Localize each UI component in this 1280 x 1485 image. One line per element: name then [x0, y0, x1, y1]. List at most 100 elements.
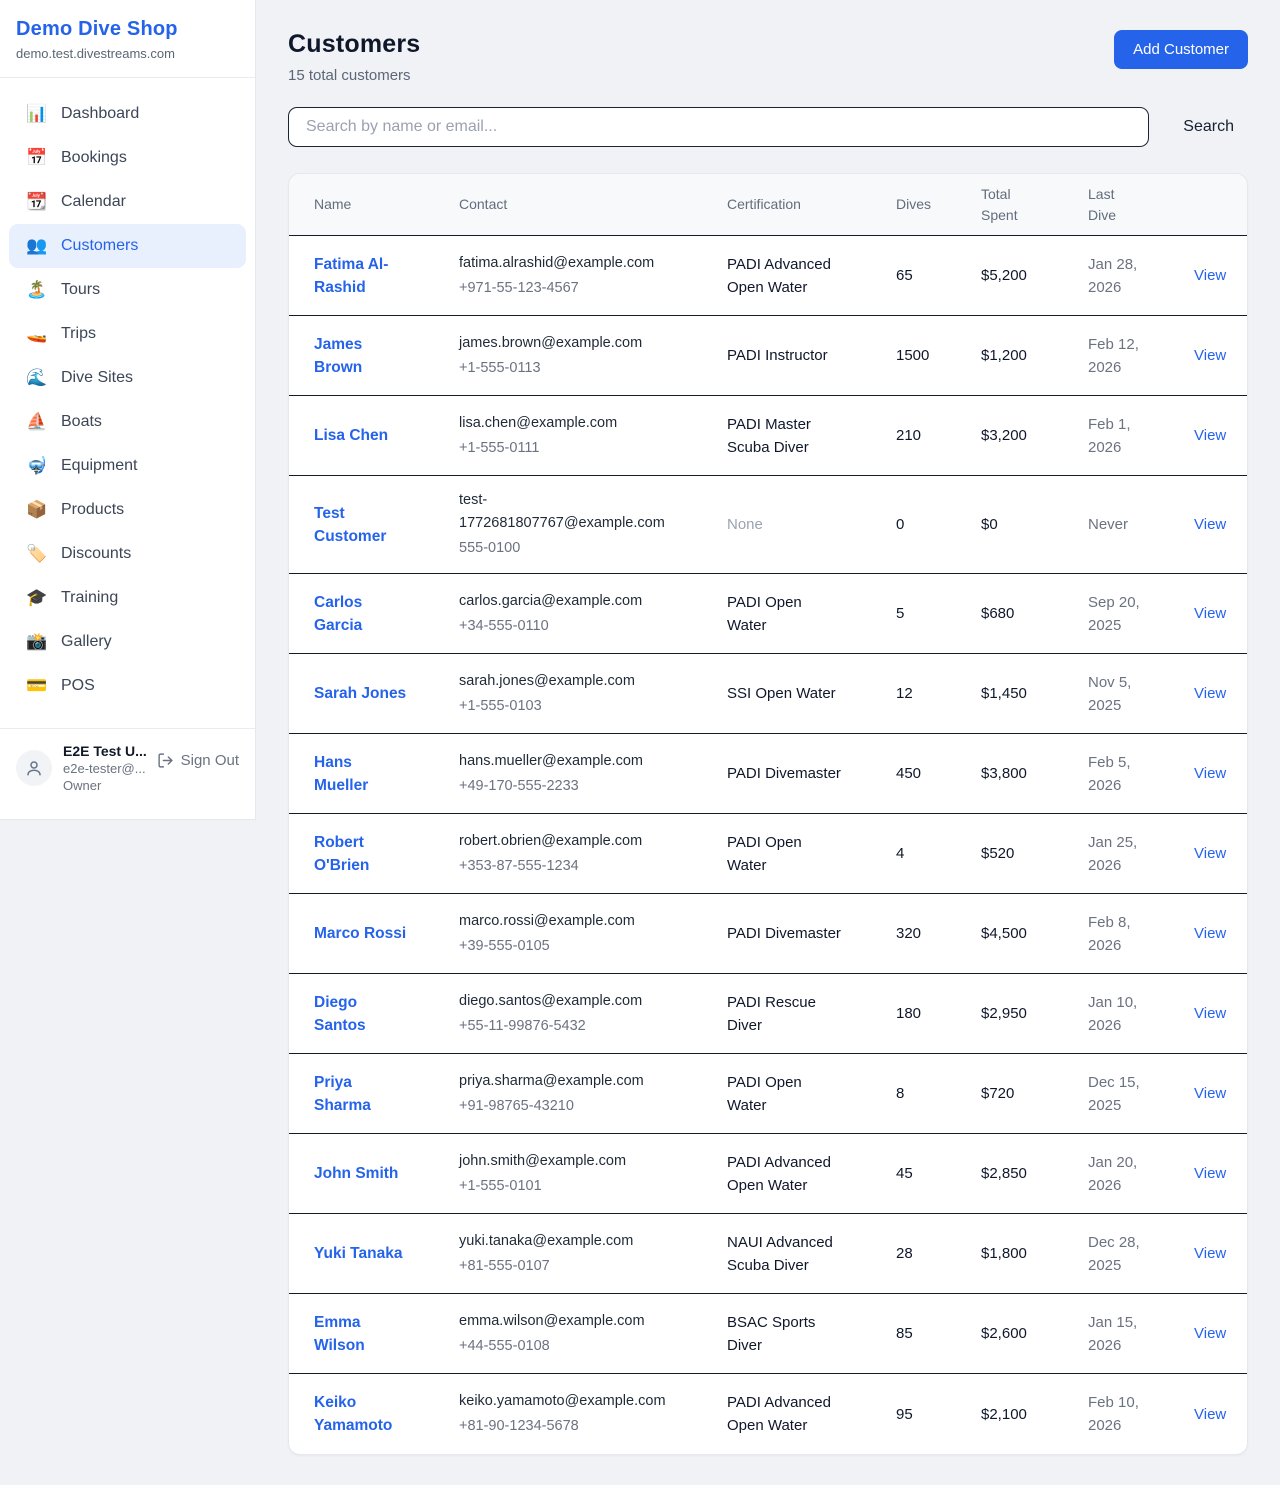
add-customer-button[interactable]: Add Customer — [1114, 30, 1248, 69]
customer-phone: +1-555-0111 — [459, 437, 715, 460]
customer-total-spent: $4,500 — [981, 922, 1088, 945]
customer-name-link[interactable]: Robert O'Brien — [314, 831, 410, 877]
customer-name-link[interactable]: Keiko Yamamoto — [314, 1391, 410, 1437]
trips-icon: 🚤 — [26, 322, 46, 346]
customer-name-link[interactable]: John Smith — [314, 1162, 398, 1185]
view-link[interactable]: View — [1194, 925, 1226, 942]
customer-dives: 45 — [896, 1162, 981, 1185]
main-content: Customers 15 total customers Add Custome… — [256, 0, 1280, 1485]
customer-name-link[interactable]: Priya Sharma — [314, 1071, 410, 1117]
customer-last-dive: Feb 1, 2026 — [1088, 413, 1160, 459]
customer-name-link[interactable]: Marco Rossi — [314, 922, 406, 945]
view-link[interactable]: View — [1194, 685, 1226, 702]
customer-dives: 450 — [896, 762, 981, 785]
column-header-contact: Contact — [459, 194, 727, 215]
customer-certification: PADI Open Water — [727, 1071, 857, 1117]
view-link[interactable]: View — [1194, 765, 1226, 782]
sidebar-item-products[interactable]: 📦 Products — [9, 488, 246, 532]
customer-certification: PADI Divemaster — [727, 922, 857, 945]
customer-total-spent: $3,800 — [981, 762, 1088, 785]
sidebar-item-label: Dive Sites — [61, 366, 133, 390]
customer-total-spent: $720 — [981, 1082, 1088, 1105]
view-link[interactable]: View — [1194, 267, 1226, 284]
sidebar-nav: 📊 Dashboard 📅 Bookings 📆 Calendar 👥 Cust… — [0, 78, 255, 718]
sidebar-item-customers[interactable]: 👥 Customers — [9, 224, 246, 268]
sidebar-item-dive-sites[interactable]: 🌊 Dive Sites — [9, 356, 246, 400]
customer-name-link[interactable]: James Brown — [314, 333, 410, 379]
view-link[interactable]: View — [1194, 605, 1226, 622]
page-subtitle: 15 total customers — [288, 67, 420, 84]
view-link[interactable]: View — [1194, 1165, 1226, 1182]
customer-last-dive: Jan 28, 2026 — [1088, 253, 1160, 299]
view-link[interactable]: View — [1194, 1406, 1226, 1423]
sidebar-item-tours[interactable]: 🏝️ Tours — [9, 268, 246, 312]
customer-certification: PADI Master Scuba Diver — [727, 413, 857, 459]
customer-email: keiko.yamamoto@example.com — [459, 1390, 671, 1413]
sidebar-item-label: Training — [61, 586, 118, 610]
customer-total-spent: $680 — [981, 602, 1088, 625]
sidebar-item-dashboard[interactable]: 📊 Dashboard — [9, 92, 246, 136]
customer-email: robert.obrien@example.com — [459, 830, 671, 853]
customer-total-spent: $3,200 — [981, 424, 1088, 447]
sign-out-label: Sign Out — [181, 752, 239, 769]
customer-dives: 0 — [896, 513, 981, 536]
customer-last-dive: Jan 15, 2026 — [1088, 1311, 1160, 1357]
logout-icon — [157, 752, 174, 769]
user-name: E2E Test U... — [63, 743, 146, 759]
view-link[interactable]: View — [1194, 427, 1226, 444]
customer-phone: +1-555-0103 — [459, 695, 715, 718]
sidebar-item-bookings[interactable]: 📅 Bookings — [9, 136, 246, 180]
customer-certification: BSAC Sports Diver — [727, 1311, 857, 1357]
customer-phone: +44-555-0108 — [459, 1335, 715, 1358]
sidebar-item-training[interactable]: 🎓 Training — [9, 576, 246, 620]
customer-phone: +55-11-99876-5432 — [459, 1015, 715, 1038]
customer-name-link[interactable]: Sarah Jones — [314, 682, 406, 705]
sidebar: Demo Dive Shop demo.test.divestreams.com… — [0, 0, 256, 820]
customer-certification: PADI Instructor — [727, 344, 857, 367]
view-link[interactable]: View — [1194, 516, 1226, 533]
customer-phone: +971-55-123-4567 — [459, 277, 715, 300]
customer-dives: 320 — [896, 922, 981, 945]
sidebar-item-gallery[interactable]: 📸 Gallery — [9, 620, 246, 664]
sidebar-item-equipment[interactable]: 🤿 Equipment — [9, 444, 246, 488]
customer-email: fatima.alrashid@example.com — [459, 252, 671, 275]
customer-dives: 8 — [896, 1082, 981, 1105]
view-link[interactable]: View — [1194, 1085, 1226, 1102]
customer-name-link[interactable]: Lisa Chen — [314, 424, 388, 447]
customer-name-link[interactable]: Yuki Tanaka — [314, 1242, 402, 1265]
dive-sites-icon: 🌊 — [26, 366, 46, 390]
view-link[interactable]: View — [1194, 845, 1226, 862]
customer-name-link[interactable]: Diego Santos — [314, 991, 410, 1037]
customer-name-link[interactable]: Carlos Garcia — [314, 591, 410, 637]
customer-email: priya.sharma@example.com — [459, 1070, 671, 1093]
view-link[interactable]: View — [1194, 1005, 1226, 1022]
sidebar-item-pos[interactable]: 💳 POS — [9, 664, 246, 708]
table-row: Test Customer test-1772681807767@example… — [289, 476, 1247, 574]
customer-email: diego.santos@example.com — [459, 990, 671, 1013]
view-link[interactable]: View — [1194, 347, 1226, 364]
search-input[interactable] — [288, 107, 1149, 147]
customer-name-link[interactable]: Hans Mueller — [314, 751, 410, 797]
sidebar-item-boats[interactable]: ⛵ Boats — [9, 400, 246, 444]
sidebar-item-trips[interactable]: 🚤 Trips — [9, 312, 246, 356]
customer-email: emma.wilson@example.com — [459, 1310, 671, 1333]
brand: Demo Dive Shop demo.test.divestreams.com — [0, 0, 255, 78]
customer-name-link[interactable]: Emma Wilson — [314, 1311, 410, 1357]
sidebar-item-calendar[interactable]: 📆 Calendar — [9, 180, 246, 224]
sidebar-item-label: Dashboard — [61, 102, 139, 126]
search-button[interactable]: Search — [1183, 110, 1234, 144]
view-link[interactable]: View — [1194, 1245, 1226, 1262]
user-icon — [25, 759, 43, 777]
products-icon: 📦 — [26, 498, 46, 522]
sign-out-button[interactable]: Sign Out — [157, 752, 239, 769]
customer-total-spent: $2,100 — [981, 1403, 1088, 1426]
user-role: Owner — [63, 778, 146, 793]
customer-email: sarah.jones@example.com — [459, 670, 671, 693]
customer-name-link[interactable]: Fatima Al-Rashid — [314, 253, 410, 299]
customer-dives: 85 — [896, 1322, 981, 1345]
customer-name-link[interactable]: Test Customer — [314, 502, 410, 548]
sidebar-item-discounts[interactable]: 🏷️ Discounts — [9, 532, 246, 576]
tours-icon: 🏝️ — [26, 278, 46, 302]
page-title: Customers — [288, 30, 420, 59]
view-link[interactable]: View — [1194, 1325, 1226, 1342]
